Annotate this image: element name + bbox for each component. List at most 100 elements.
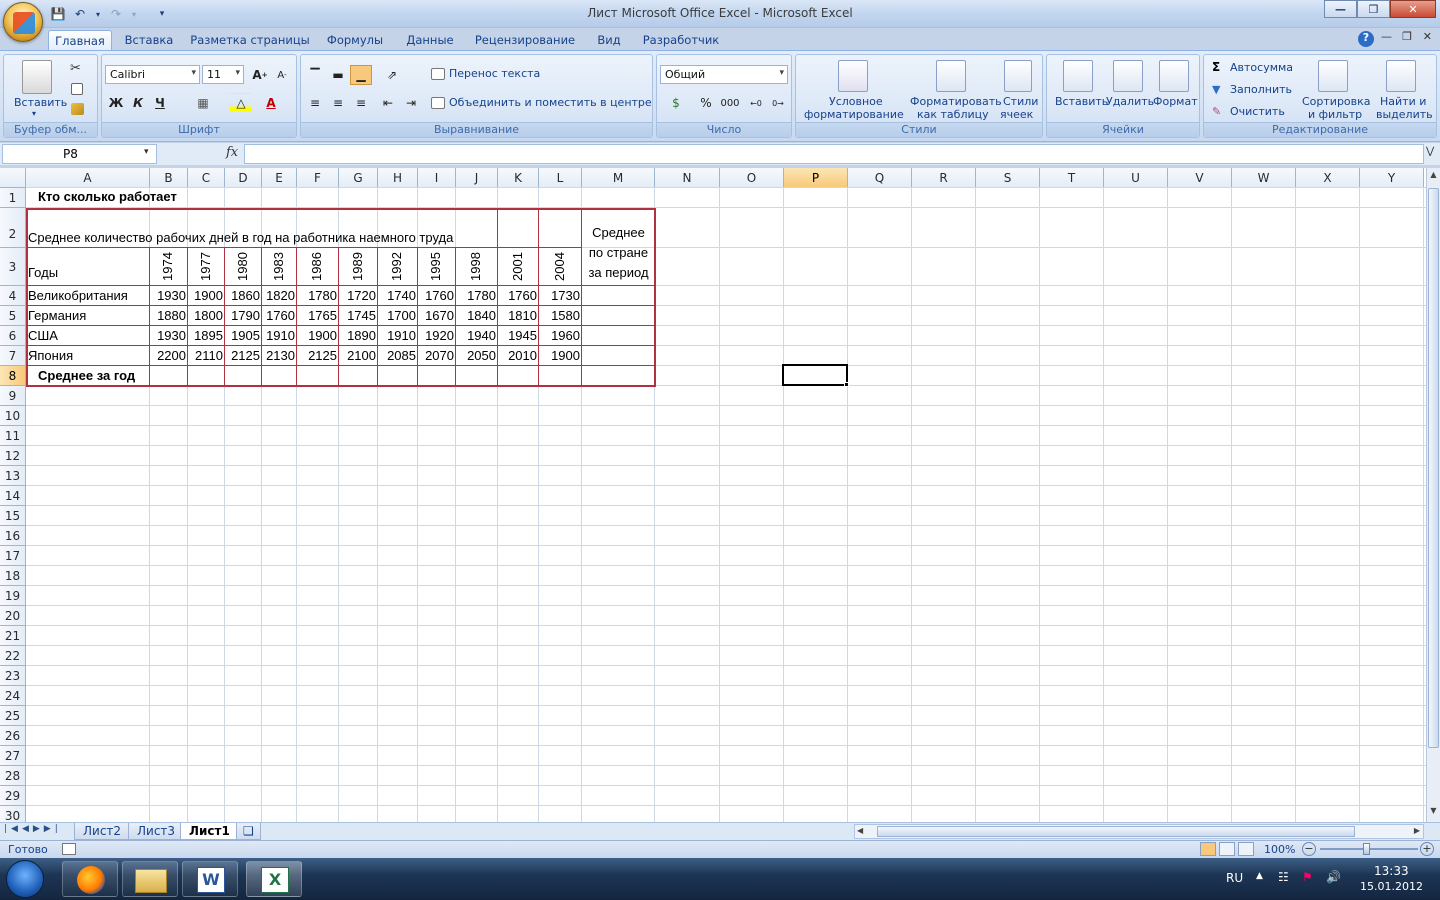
zoom-out-icon[interactable]: − xyxy=(1302,842,1316,856)
taskbar-explorer[interactable] xyxy=(122,861,178,897)
column-header[interactable]: I xyxy=(418,168,456,188)
data-cell[interactable]: 1900 xyxy=(188,288,225,303)
scroll-right-icon[interactable]: ▶ xyxy=(1414,826,1420,835)
conditional-formatting-label-2[interactable]: форматирование xyxy=(804,108,904,121)
row-header[interactable]: 17 xyxy=(0,546,26,566)
avg-country-header[interactable]: по стране xyxy=(582,245,655,260)
vertical-scrollbar[interactable]: ▲ ▼ xyxy=(1426,168,1440,822)
action-center-icon[interactable]: ⚑ xyxy=(1302,870,1313,884)
insert-cells-icon[interactable] xyxy=(1063,60,1093,92)
increase-decimal-icon[interactable]: ←0 xyxy=(745,93,767,113)
sheet-tab-list3[interactable]: Лист3 xyxy=(128,823,185,840)
vertical-scroll-thumb[interactable] xyxy=(1428,188,1439,748)
bold-button[interactable]: Ж xyxy=(105,93,127,113)
column-header[interactable]: D xyxy=(225,168,262,188)
name-box[interactable]: P8 xyxy=(2,144,157,164)
align-bottom-icon[interactable]: ▁ xyxy=(350,65,372,85)
data-cell[interactable]: 1790 xyxy=(225,308,262,323)
column-header[interactable]: G xyxy=(339,168,378,188)
format-as-table-icon[interactable] xyxy=(936,60,966,92)
row-header[interactable]: 13 xyxy=(0,466,26,486)
percent-button[interactable]: % xyxy=(695,93,717,113)
column-header[interactable]: F xyxy=(297,168,339,188)
zoom-level[interactable]: 100% xyxy=(1264,843,1295,856)
row-header[interactable]: 22 xyxy=(0,646,26,666)
save-icon[interactable]: 💾 xyxy=(50,6,66,22)
page-break-view-icon[interactable] xyxy=(1238,842,1254,856)
insert-sheet-icon[interactable]: ❏ xyxy=(236,823,261,840)
column-header[interactable]: M xyxy=(582,168,655,188)
clock-time[interactable]: 13:33 xyxy=(1374,864,1409,878)
zoom-in-icon[interactable]: + xyxy=(1420,842,1434,856)
paste-icon[interactable] xyxy=(22,60,52,94)
page-layout-view-icon[interactable] xyxy=(1219,842,1235,856)
row-header[interactable]: 27 xyxy=(0,746,26,766)
normal-view-icon[interactable] xyxy=(1200,842,1216,856)
decrease-indent-icon[interactable]: ⇤ xyxy=(377,93,399,113)
font-color-icon[interactable]: A xyxy=(260,93,282,113)
column-header[interactable]: J xyxy=(456,168,498,188)
worksheet-grid[interactable]: A B C D E F G H I J K L M N O P Q R S T U V W X Y 1 2 3 4 5 6 7 8 9 10 11 12… xyxy=(0,168,1426,822)
format-as-table-label-2[interactable]: как таблицу xyxy=(917,108,989,121)
tab-formulas[interactable]: Формулы xyxy=(320,30,390,50)
data-cell[interactable]: 1760 xyxy=(418,288,456,303)
data-cell[interactable]: 1780 xyxy=(297,288,339,303)
row-header[interactable]: 5 xyxy=(0,306,26,326)
fill-handle[interactable] xyxy=(844,382,849,387)
data-cell[interactable]: 1880 xyxy=(150,308,188,323)
data-cell[interactable]: 1820 xyxy=(262,288,297,303)
help-icon[interactable]: ? xyxy=(1358,31,1374,47)
column-header[interactable]: W xyxy=(1232,168,1296,188)
row-header[interactable]: 10 xyxy=(0,406,26,426)
wrap-text-button[interactable]: Перенос текста xyxy=(449,67,540,80)
data-cell[interactable]: 1895 xyxy=(188,328,225,343)
format-cells-label[interactable]: Формат xyxy=(1153,95,1198,108)
find-select-label-2[interactable]: выделить xyxy=(1376,108,1433,121)
fill-button[interactable]: Заполнить xyxy=(1230,83,1292,96)
cut-icon[interactable]: ✂ xyxy=(70,61,81,76)
office-button[interactable] xyxy=(3,2,43,42)
column-header[interactable]: V xyxy=(1168,168,1232,188)
avg-year-label[interactable]: Среднее за год xyxy=(38,368,148,383)
data-cell[interactable]: 1960 xyxy=(539,328,582,343)
column-header[interactable]: C xyxy=(188,168,225,188)
column-header[interactable]: R xyxy=(912,168,976,188)
redo-icon[interactable]: ↷ xyxy=(108,6,124,22)
column-header[interactable]: E xyxy=(262,168,297,188)
scroll-left-icon[interactable]: ◀ xyxy=(857,826,863,835)
row-header[interactable]: 1 xyxy=(0,188,26,208)
sheet-tab-list1[interactable]: Лист1 xyxy=(180,823,239,840)
copy-icon[interactable] xyxy=(71,83,83,95)
data-cell[interactable]: 2010 xyxy=(498,348,539,363)
data-cell[interactable]: 1900 xyxy=(539,348,582,363)
data-cell[interactable]: 2100 xyxy=(339,348,378,363)
scroll-down-icon[interactable]: ▼ xyxy=(1428,806,1439,820)
country-name[interactable]: Япония xyxy=(28,348,148,363)
row-header[interactable]: 26 xyxy=(0,726,26,746)
data-cell[interactable]: 1745 xyxy=(339,308,378,323)
number-format-select[interactable]: Общий xyxy=(660,65,788,84)
row-header[interactable]: 6 xyxy=(0,326,26,346)
sheet-tab-list2[interactable]: Лист2 xyxy=(74,823,131,840)
formula-input[interactable] xyxy=(244,144,1424,164)
data-cell[interactable]: 1580 xyxy=(539,308,582,323)
customize-qat-icon[interactable]: ▾ xyxy=(154,6,170,22)
data-cell[interactable]: 1740 xyxy=(378,288,418,303)
tab-insert[interactable]: Вставка xyxy=(118,30,180,50)
volume-icon[interactable]: 🔊 xyxy=(1326,870,1341,884)
row-header[interactable]: 16 xyxy=(0,526,26,546)
row-header[interactable]: 3 xyxy=(0,248,26,286)
table-subtitle[interactable]: Среднее количество рабочих дней в год на… xyxy=(28,230,498,245)
row-header[interactable]: 14 xyxy=(0,486,26,506)
fill-color-icon[interactable]: △ xyxy=(230,93,252,113)
tab-view[interactable]: Вид xyxy=(588,30,630,50)
data-cell[interactable]: 1720 xyxy=(339,288,378,303)
data-cell[interactable]: 1940 xyxy=(456,328,498,343)
column-header[interactable]: L xyxy=(539,168,582,188)
data-cell[interactable]: 1910 xyxy=(378,328,418,343)
row-header[interactable]: 21 xyxy=(0,626,26,646)
align-left-icon[interactable]: ≡ xyxy=(304,93,326,113)
row-header[interactable]: 15 xyxy=(0,506,26,526)
minimize-button[interactable]: — xyxy=(1324,0,1357,18)
data-cell[interactable]: 1810 xyxy=(498,308,539,323)
